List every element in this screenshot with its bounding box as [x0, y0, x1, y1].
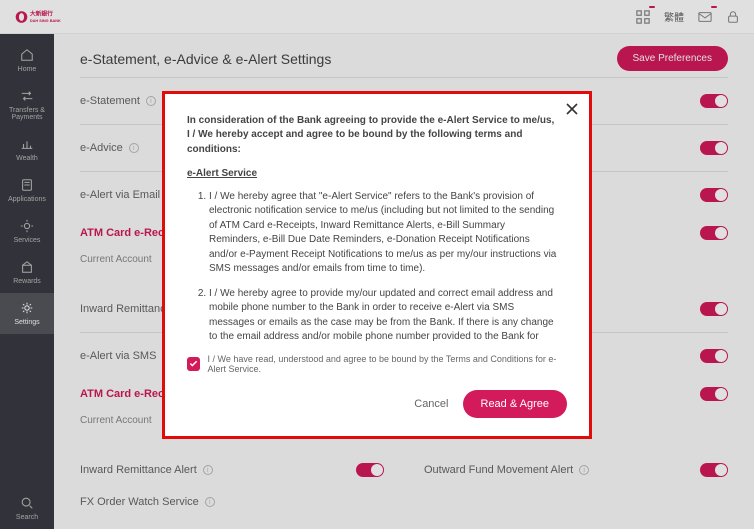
terms-modal: In consideration of the Bank agreeing to…	[162, 91, 592, 439]
terms-list: I / We hereby agree that "e-Alert Servic…	[187, 190, 557, 344]
modal-heading: e-Alert Service	[187, 167, 557, 182]
cancel-button[interactable]: Cancel	[406, 392, 456, 416]
read-agree-button[interactable]: Read & Agree	[463, 390, 568, 418]
agree-checkbox[interactable]	[187, 357, 200, 371]
term-item: I / We hereby agree to provide my/our up…	[209, 287, 557, 344]
term-item: I / We hereby agree that "e-Alert Servic…	[209, 190, 557, 277]
close-icon[interactable]	[565, 102, 579, 116]
modal-backdrop: In consideration of the Bank agreeing to…	[0, 0, 754, 529]
agree-text: I / We have read, understood and agree t…	[208, 354, 568, 374]
terms-scroll[interactable]: In consideration of the Bank agreeing to…	[187, 114, 567, 344]
modal-intro: In consideration of the Bank agreeing to…	[187, 114, 557, 158]
